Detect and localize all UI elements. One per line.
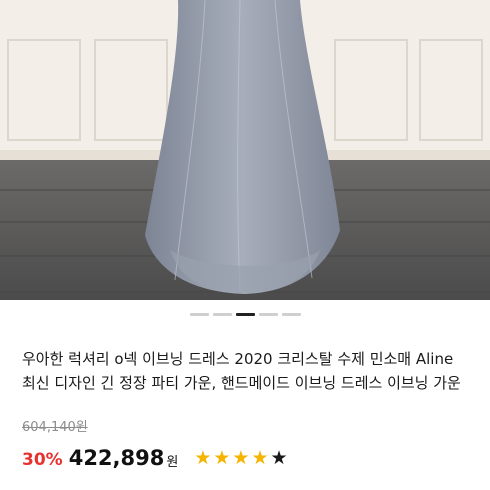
product-image[interactable]	[0, 0, 490, 300]
carousel-dot[interactable]	[258, 312, 278, 316]
dress-photo	[0, 0, 490, 300]
original-price: 604,140원	[22, 420, 88, 435]
star-icon: ★	[232, 447, 250, 469]
carousel-dot-active[interactable]	[235, 312, 255, 316]
carousel-dot[interactable]	[281, 312, 301, 316]
star-rating[interactable]: ★ ★ ★ ★ ★	[194, 449, 287, 470]
star-icon: ★	[270, 447, 288, 469]
star-icon: ★	[213, 447, 231, 469]
star-icon: ★	[194, 447, 212, 469]
carousel-dot[interactable]	[189, 312, 209, 316]
star-icon: ★	[251, 447, 269, 469]
carousel-dots	[0, 300, 490, 328]
discount-rate: 30%	[22, 450, 63, 470]
carousel-dot[interactable]	[212, 312, 232, 316]
price-row: 30% 422,898 원 ★ ★ ★ ★ ★	[22, 440, 288, 470]
currency-unit: 원	[166, 455, 179, 470]
product-title: 우아한 럭셔리 o넥 이브닝 드레스 2020 크리스탈 수제 민소매 Alin…	[22, 350, 461, 392]
sale-price: 422,898	[68, 446, 165, 470]
